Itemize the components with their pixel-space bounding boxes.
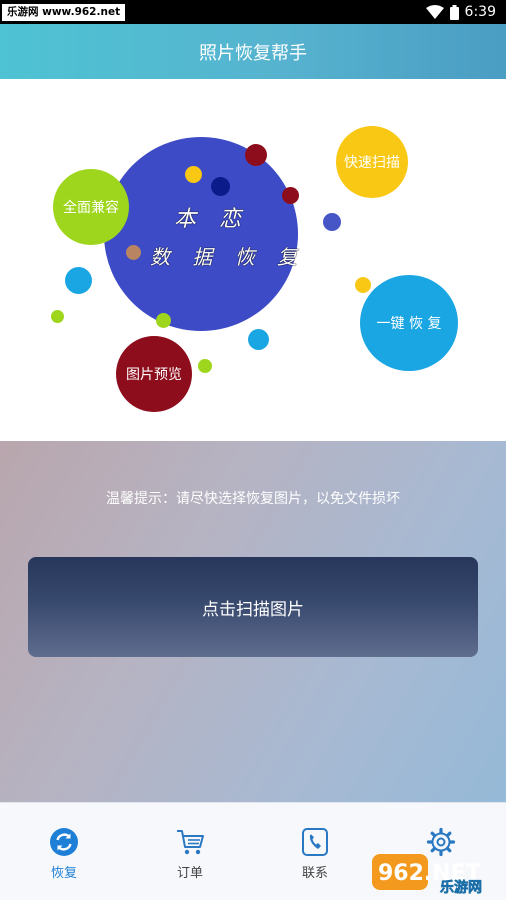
decor-dot [211,177,230,196]
full-compat-bubble[interactable]: 全面兼容 [53,169,129,245]
tip-text: 温馨提示：请尽快选择恢复图片，以免文件损坏 [106,491,400,507]
decor-dot [65,267,92,294]
nav-label-contact: 联系 [301,866,328,881]
data-recovery-bubble[interactable] [104,137,298,331]
nav-label-orders: 订单 [176,866,203,881]
cart-icon [177,830,204,855]
nav-item-contact[interactable]: 联系 [275,827,355,881]
page-title: 照片恢复帮手 [199,42,307,64]
decor-dot [355,277,371,293]
bubble-center-line1: 本 恋 [174,207,249,232]
decor-dot [323,213,341,231]
bubble-illustration: 本 恋 数 据 恢 复 全面兼容 快速扫描 一键 恢 复 图片预览 [0,79,506,441]
decor-dot [198,359,212,373]
one-key-recovery-bubble[interactable]: 一键 恢 复 [360,275,458,371]
status-bar: 乐游网 www.962.net 6:39 [0,0,506,24]
watermark-label: 乐游网 www.962.net [2,4,126,21]
decor-dot [282,187,299,204]
fast-scan-label: 快速扫描 [344,155,400,171]
decor-dot [245,144,267,166]
image-preview-bubble[interactable]: 图片预览 [116,336,192,412]
svg-text:乐游网: 乐游网 [440,879,482,896]
phone-icon [302,828,328,856]
fast-scan-bubble[interactable]: 快速扫描 [336,126,408,198]
wifi-icon [425,5,444,19]
watermark-logo: 962.NET 乐游网 [372,854,482,896]
status-icons: 6:39 [425,0,496,24]
one-key-recovery-label: 一键 恢 复 [376,316,442,332]
decor-dot [185,166,202,183]
decor-dot [248,329,269,350]
refresh-icon [50,828,78,856]
scan-images-button[interactable]: 点击扫描图片 [28,557,478,657]
nav-label-recover: 恢复 [50,866,77,881]
app-header: 照片恢复帮手 [0,24,506,79]
status-time: 6:39 [464,4,496,20]
image-preview-label: 图片预览 [126,367,182,383]
decor-dot [51,310,64,323]
nav-item-recover[interactable]: 恢复 [24,827,104,881]
full-compat-label: 全面兼容 [63,200,119,216]
decor-dot [156,313,171,328]
nav-item-orders[interactable]: 订单 [150,827,230,881]
battery-icon [449,4,459,20]
bubble-center-line2: 数 据 恢 复 [150,245,306,269]
decor-dot [126,245,141,260]
